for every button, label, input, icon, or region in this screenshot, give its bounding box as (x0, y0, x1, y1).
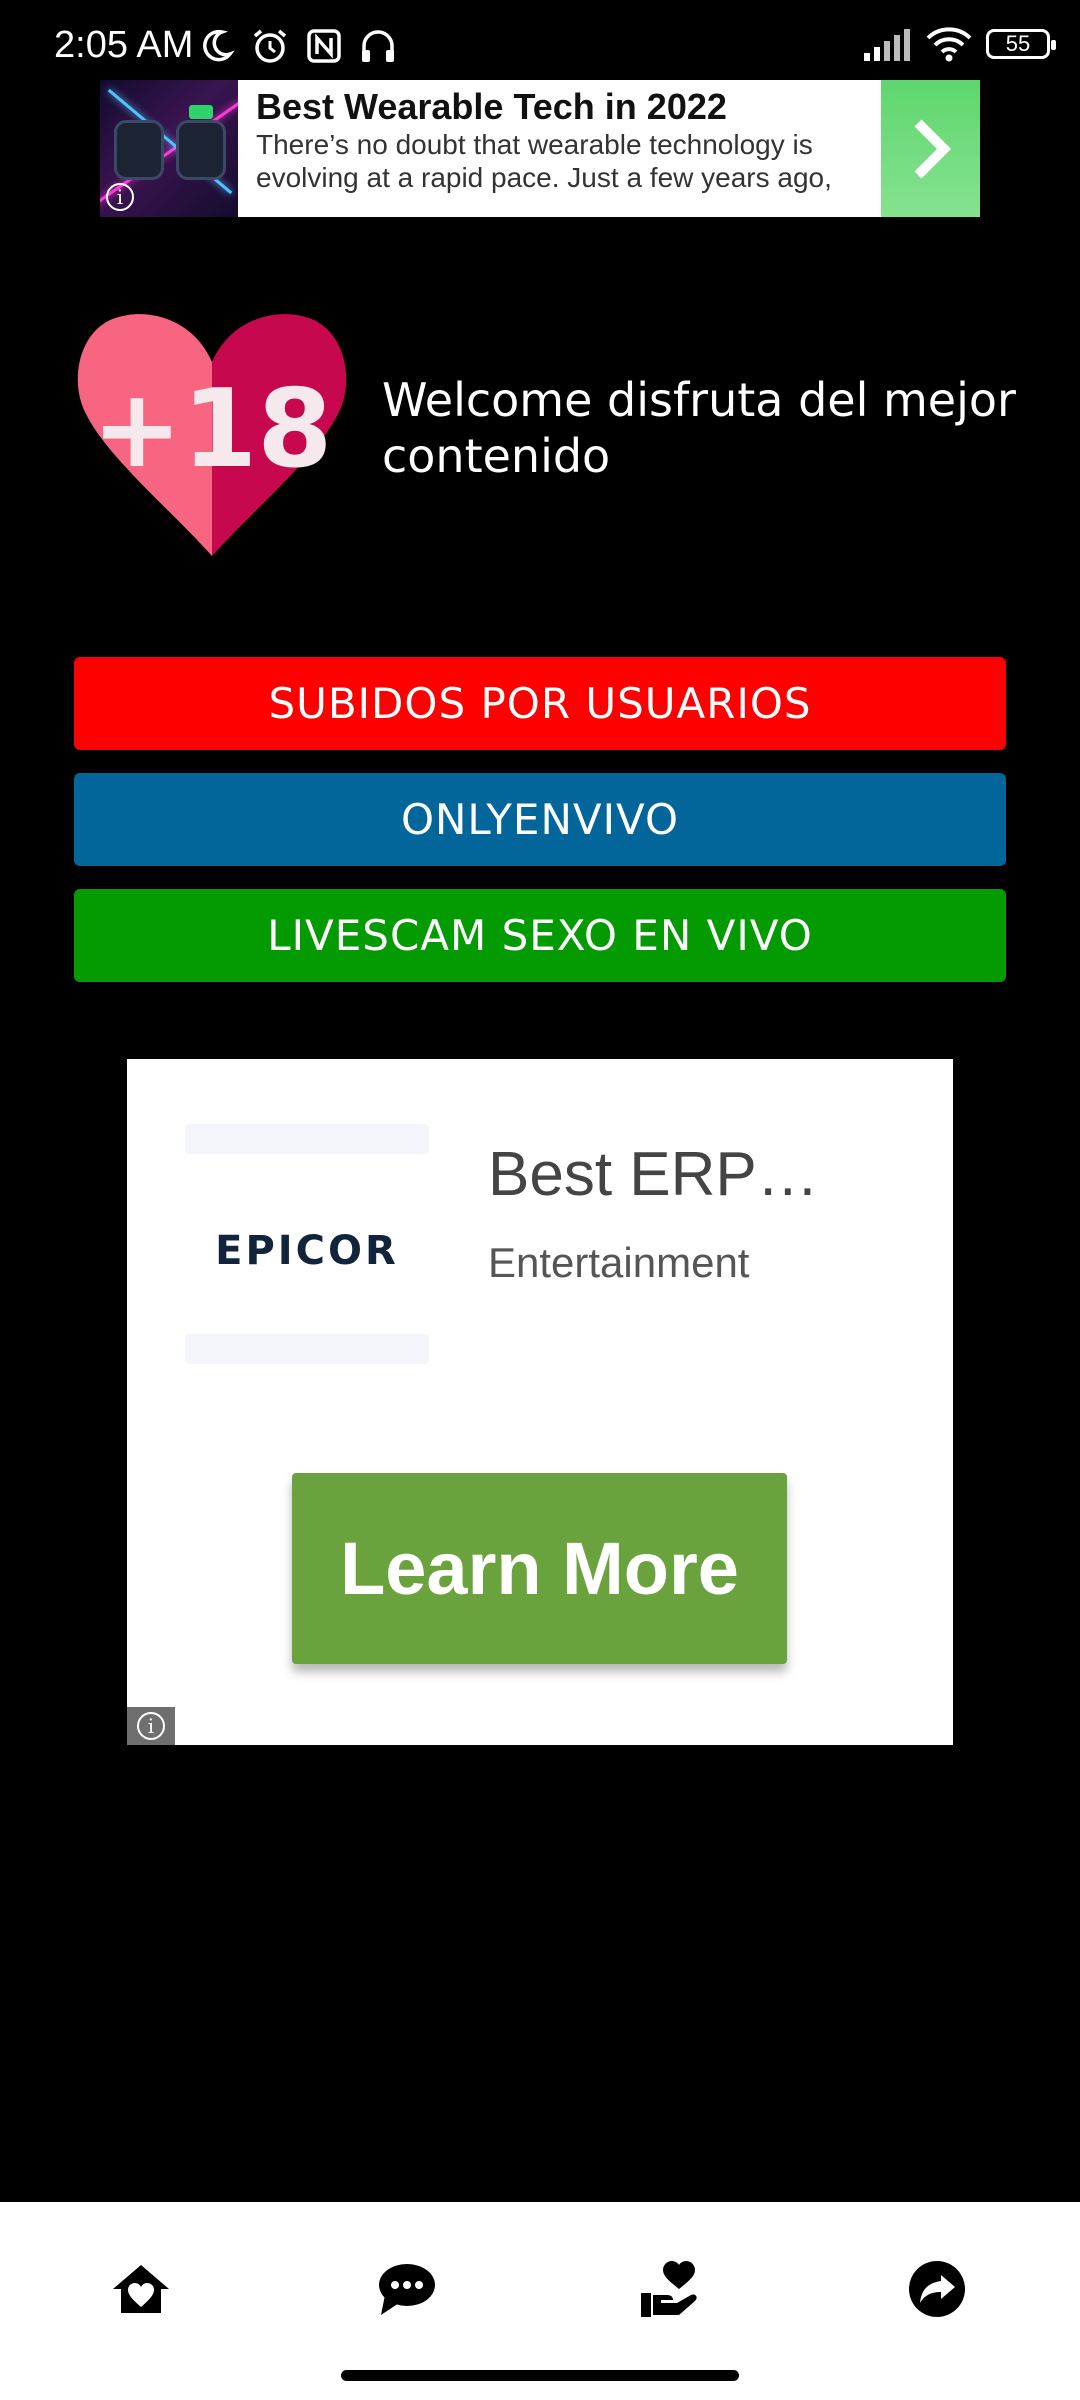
moon-icon (203, 29, 235, 62)
ad-category: Entertainment (488, 1239, 750, 1286)
livescam-button[interactable]: LIVESCAM SEXO EN VIVO (74, 889, 1006, 982)
home-indicator[interactable] (341, 2370, 739, 2381)
chat-bubble-icon (379, 2264, 435, 2315)
home-heart-icon (113, 2265, 169, 2313)
top-ad-title: Best Wearable Tech in 2022 (256, 86, 727, 127)
battery-level: 55 (1005, 31, 1031, 56)
onlyenvivo-button[interactable]: ONLYENVIVO (74, 773, 1006, 866)
nav-share[interactable] (902, 2254, 972, 2324)
status-time: 2:05 AM (54, 24, 194, 66)
ad-thumbnail[interactable]: i (100, 80, 238, 217)
signal-icon (864, 29, 910, 61)
watch-image (114, 120, 164, 180)
status-icons-left (196, 26, 398, 66)
top-ad-banner[interactable]: i Best Wearable Tech in 2022 There’s no … (100, 80, 980, 217)
hand-heart-icon (641, 2261, 697, 2317)
ad-info-icon[interactable]: i (106, 183, 134, 211)
chevron-right-icon (913, 118, 951, 179)
wifi-icon (926, 27, 972, 62)
ad-info-button[interactable]: i (127, 1707, 175, 1745)
info-icon: i (137, 1712, 165, 1740)
alarm-icon (253, 29, 287, 63)
nav-chat[interactable] (372, 2254, 442, 2324)
battery-icon: 55 (986, 29, 1056, 59)
ad-logo[interactable]: EPICOR (185, 1124, 429, 1364)
share-icon (909, 2261, 965, 2317)
subidos-por-usuarios-button[interactable]: SUBIDOS POR USUARIOS (74, 657, 1006, 750)
plus18-heart-logo: +18 (77, 314, 347, 556)
logo-placeholder (185, 1334, 429, 1364)
welcome-text: Welcome disfruta del mejor contenido (382, 373, 1016, 483)
top-ad-description: There’s no doubt that wearable technolog… (256, 129, 832, 193)
nav-home[interactable] (106, 2254, 176, 2324)
watch-image (176, 105, 226, 180)
top-ad-body[interactable]: Best Wearable Tech in 2022 There’s no do… (238, 80, 881, 217)
logo-placeholder (185, 1124, 429, 1154)
top-ad-open-button[interactable] (881, 80, 980, 217)
status-bar: 2:05 AM 55 (0, 0, 1080, 80)
ad-title[interactable]: Best ERP… (488, 1139, 819, 1210)
learn-more-button[interactable]: Learn More (292, 1473, 787, 1664)
nav-donate[interactable] (636, 2254, 706, 2324)
nfc-icon (307, 29, 341, 63)
native-ad[interactable]: EPICOR Best ERP… Entertainment Learn Mor… (127, 1059, 953, 1745)
logo-text: +18 (92, 367, 333, 492)
headset-icon (362, 30, 394, 62)
epicor-logo-text: EPICOR (215, 1228, 399, 1274)
status-icons-right: 55 (862, 26, 1056, 62)
